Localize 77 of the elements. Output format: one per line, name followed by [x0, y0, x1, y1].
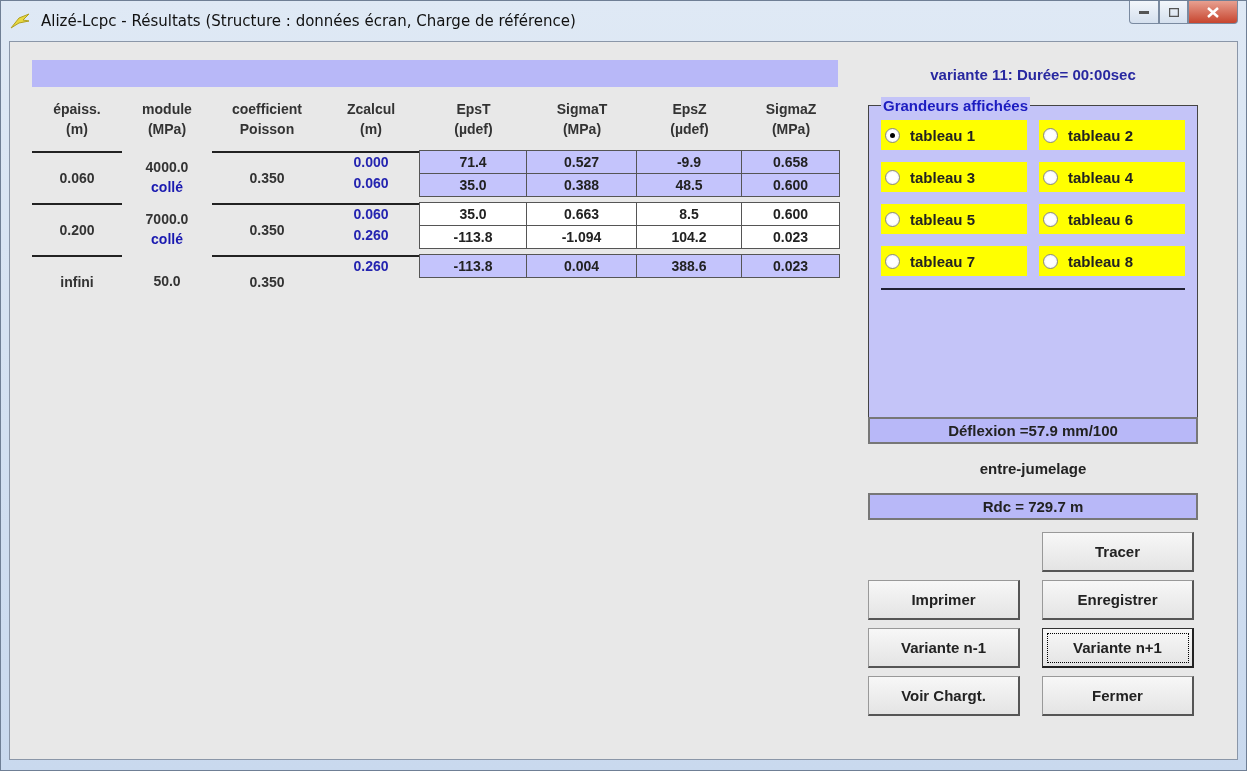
radio-button[interactable]: [885, 211, 900, 227]
column-header: SigmaZ (MPa): [764, 100, 818, 139]
action-button[interactable]: Fermer: [1042, 676, 1194, 716]
radio-option[interactable]: tableau 8: [1039, 246, 1185, 276]
radio-option[interactable]: tableau 1: [881, 120, 1027, 150]
table-cell: -113.8: [419, 254, 527, 278]
action-button[interactable]: Variante n+1: [1042, 628, 1194, 668]
radio-button[interactable]: [885, 253, 900, 269]
radio-option[interactable]: tableau 5: [881, 204, 1027, 234]
radio-button[interactable]: [1043, 169, 1058, 185]
table-cell: -113.8: [419, 225, 527, 249]
group-title: Grandeurs affichées: [881, 97, 1031, 114]
table-cell: 0.200: [59, 222, 95, 238]
minimize-button[interactable]: [1129, 1, 1159, 24]
table-cell: 71.4: [419, 150, 527, 174]
table-cell: 8.5: [636, 202, 742, 226]
column-header: EpsT (µdef): [453, 100, 494, 139]
column-header: SigmaT (MPa): [555, 100, 609, 139]
table-cell-text: 0.260: [352, 226, 390, 245]
table-cell: 0.350: [249, 222, 285, 238]
maximize-icon: [1168, 7, 1179, 17]
column-header: épaiss. (m): [52, 100, 102, 139]
window-title: Alizé-Lcpc - Résultats (Structure : données écran, Charge de référence): [41, 12, 576, 30]
table-cell: 0.350: [249, 273, 285, 290]
radio-button[interactable]: [1043, 127, 1058, 143]
close-icon: [1207, 6, 1219, 18]
table-cell: 0.600: [741, 173, 840, 197]
table-cell: 7000.0: [145, 211, 189, 227]
table-cell: 0.658: [741, 150, 840, 174]
column-header: Zcalcul (m): [345, 100, 397, 139]
interface-label: collé: [151, 179, 183, 195]
table-cell: 4000.0: [145, 159, 189, 175]
table-cell: 0.023: [741, 254, 840, 278]
table-cell: -1.094: [526, 225, 637, 249]
radio-button[interactable]: [1043, 211, 1058, 227]
table-cell: 0.600: [741, 202, 840, 226]
table-cell: 0.350: [249, 170, 285, 186]
close-button[interactable]: [1188, 1, 1238, 24]
table-cell: 104.2: [636, 225, 742, 249]
maximize-button[interactable]: [1159, 1, 1188, 24]
radio-button[interactable]: [885, 169, 900, 185]
action-button[interactable]: Variante n-1: [868, 628, 1020, 668]
action-button[interactable]: Voir Chargt.: [868, 676, 1020, 716]
table-cell: 0.004: [526, 254, 637, 278]
radio-button[interactable]: [1043, 253, 1058, 269]
column-header: EpsZ (µdef): [669, 100, 710, 139]
table-cell: 0.023: [741, 225, 840, 249]
table-cell: -9.9: [636, 150, 742, 174]
deflection-value: Déflexion =57.9 mm/100: [868, 417, 1198, 444]
table-cell: 48.5: [636, 173, 742, 197]
minimize-icon: [1139, 10, 1149, 14]
action-button[interactable]: Tracer: [1042, 532, 1194, 572]
column-header: coefficient Poisson: [231, 100, 303, 139]
table-cell: 0.527: [526, 150, 637, 174]
action-button[interactable]: Enregistrer: [1042, 580, 1194, 620]
deflection-note: entre-jumelage: [978, 460, 1088, 477]
table-cell: infini: [60, 273, 94, 290]
app-icon: [9, 12, 31, 30]
radio-option[interactable]: tableau 4: [1039, 162, 1185, 192]
radio-option[interactable]: tableau 7: [881, 246, 1027, 276]
interface-label: collé: [151, 231, 183, 247]
table-cell: 35.0: [419, 202, 527, 226]
variant-info: variante 11: Durée= 00:00sec: [929, 65, 1137, 85]
column-header: module (MPa): [141, 100, 193, 139]
table-cell: 388.6: [636, 254, 742, 278]
action-button[interactable]: Imprimer: [868, 580, 1020, 620]
radio-option[interactable]: tableau 2: [1039, 120, 1185, 150]
table-cell: 35.0: [419, 173, 527, 197]
table-cell: 0.663: [526, 202, 637, 226]
table-cell-text: 0.060: [352, 174, 390, 193]
table-cell: 0.388: [526, 173, 637, 197]
radio-button[interactable]: [885, 127, 900, 143]
table-cell: 50.0: [153, 272, 181, 289]
radio-option[interactable]: tableau 3: [881, 162, 1027, 192]
radio-option[interactable]: tableau 6: [1039, 204, 1185, 234]
rdc-value: Rdc = 729.7 m: [868, 493, 1198, 520]
table-cell: 0.060: [59, 170, 95, 186]
